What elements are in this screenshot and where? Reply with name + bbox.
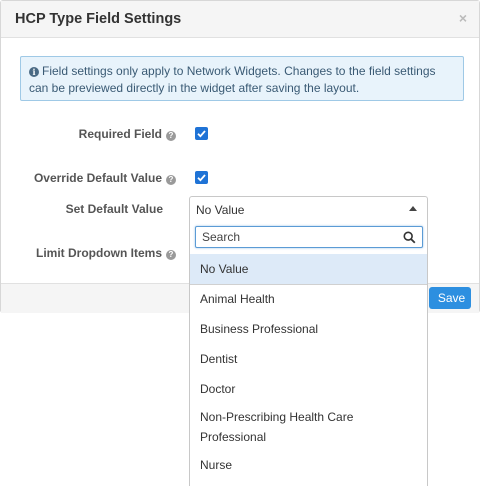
dropdown-search-input[interactable] [202,229,397,245]
info-alert: i Field settings only apply to Network Wi… [20,56,464,101]
required-field-label-text: Required Field [78,127,162,141]
checkmark-icon [197,174,206,182]
dropdown-option[interactable]: Business Professional [190,319,427,341]
help-icon[interactable]: ? [166,175,176,185]
info-text: Field settings only apply to Network Wid… [29,64,436,95]
override-default-label-text: Override Default Value [33,171,162,185]
options-divider [190,284,427,285]
search-icon [403,231,416,244]
required-field-label: Required Field? [1,127,176,141]
close-icon[interactable]: × [456,9,470,27]
limit-dropdown-label-text: Limit Dropdown Items [36,246,162,260]
set-default-label: Set Default Value [65,202,163,216]
info-icon: i [29,67,39,77]
default-value-select[interactable]: No Value [189,196,428,222]
dialog-title: HCP Type Field Settings [15,11,182,27]
dropdown-option[interactable]: Doctor [190,379,427,401]
save-button[interactable]: Save [429,287,471,309]
dropdown-option[interactable]: No Value [190,254,427,284]
required-field-checkbox[interactable] [195,127,208,140]
dropdown-option[interactable]: Animal Health [190,289,427,311]
limit-dropdown-label: Limit Dropdown Items? [1,246,176,260]
dropdown-option[interactable]: Nurse [190,455,427,477]
dropdown-option[interactable]: Non-Prescribing Health Care Professional [190,407,427,447]
select-dropdown: No Value Animal Health Business Professi… [189,221,428,486]
override-default-label: Override Default Value? [1,171,176,185]
caret-up-icon [409,206,417,211]
dialog-header: HCP Type Field Settings × [1,1,479,38]
help-icon[interactable]: ? [166,131,176,141]
checkmark-icon [197,130,206,138]
help-icon[interactable]: ? [166,250,176,260]
select-current-value: No Value [196,203,245,217]
dropdown-option[interactable]: Dentist [190,349,427,371]
override-default-checkbox[interactable] [195,171,208,184]
dropdown-search-field[interactable] [195,226,423,248]
